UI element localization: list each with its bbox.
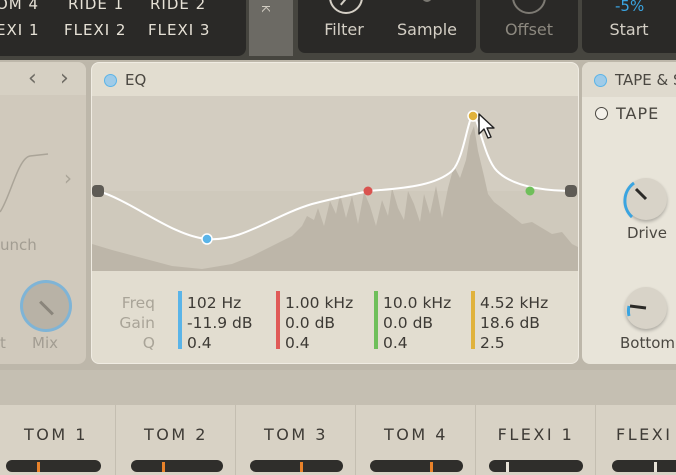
- band4-freq[interactable]: 4.52 kHz: [480, 293, 548, 313]
- offset-group: Offset: [480, 0, 578, 53]
- pad-ride1[interactable]: RIDE 1: [68, 0, 124, 13]
- separator-strip: [0, 370, 676, 405]
- slot-flexi2-meter[interactable]: [612, 460, 676, 472]
- eq-enable-toggle[interactable]: [104, 74, 117, 87]
- slot-tom3-meter[interactable]: [250, 460, 343, 472]
- band4-q[interactable]: 2.5: [480, 333, 505, 353]
- band2-gain[interactable]: 0.0 dB: [285, 313, 335, 333]
- band4-gain[interactable]: 18.6 dB: [480, 313, 540, 333]
- slot-tom2-meter[interactable]: [131, 460, 223, 472]
- offset-label: Offset: [504, 20, 554, 39]
- expand-arrow-icon[interactable]: ›: [64, 166, 72, 190]
- slot-flexi2-marker: [654, 462, 657, 472]
- pad-ride2[interactable]: RIDE 2: [150, 0, 206, 13]
- eq-graph[interactable]: [92, 96, 579, 271]
- slot-tom1[interactable]: TOM 1: [0, 405, 116, 475]
- slot-tom1-marker: [37, 462, 40, 472]
- envelope-curve: [0, 153, 49, 213]
- slot-flexi1-marker: [506, 462, 509, 472]
- slot-flexi1-meter[interactable]: [489, 460, 583, 472]
- cursor-pointer-icon: [478, 113, 495, 139]
- band1-color-bar: [178, 291, 182, 349]
- punch-label: unch: [0, 236, 37, 254]
- slot-flexi1[interactable]: FLEXI 1: [475, 405, 596, 475]
- slot-tom2[interactable]: TOM 2: [115, 405, 236, 475]
- left-panel-header: [0, 62, 86, 95]
- kit-tab-label: K: [259, 4, 273, 13]
- eq-panel: EQ Freq Gain Q 102 Hz -11.9 dB 0.4 1.00 …: [91, 62, 579, 364]
- left-panel: ‹ › › unch t Mix: [0, 62, 86, 364]
- start-value[interactable]: -5%: [615, 0, 644, 15]
- pad-slot-row: TOM 1 TOM 2 TOM 3 TOM 4 FLEXI 1 FLEXI: [0, 405, 676, 475]
- mix-label: Mix: [32, 334, 58, 352]
- t-label: t: [0, 334, 6, 352]
- band2-q[interactable]: 0.4: [285, 333, 310, 353]
- band2-node: [363, 186, 373, 196]
- band1-node: [201, 233, 213, 245]
- next-arrow-icon[interactable]: ›: [60, 66, 69, 91]
- freq-row-label: Freq: [121, 294, 155, 312]
- slot-tom4-label: TOM 4: [384, 425, 448, 444]
- band3-node: [525, 186, 535, 196]
- slot-tom3-label: TOM 3: [264, 425, 328, 444]
- band2-color-bar: [276, 291, 280, 349]
- prev-arrow-icon[interactable]: ‹: [28, 66, 37, 91]
- filter-sample-group: Filter Sample: [298, 0, 476, 53]
- slot-tom2-label: TOM 2: [144, 425, 208, 444]
- slot-tom3[interactable]: TOM 3: [235, 405, 356, 475]
- q-row-label: Q: [142, 334, 155, 352]
- slot-tom4[interactable]: TOM 4: [355, 405, 476, 475]
- band1-gain[interactable]: -11.9 dB: [187, 313, 253, 333]
- eq-title: EQ: [125, 71, 147, 89]
- slot-flexi2-label: FLEXI: [616, 425, 673, 444]
- gain-row-label: Gain: [119, 314, 155, 332]
- slot-tom1-label: TOM 1: [24, 425, 88, 444]
- tape-saturation-panel: TAPE & S TAPE Drive Bottom: [582, 62, 676, 364]
- pad-flexi2[interactable]: FLEXI 2: [64, 21, 126, 39]
- pad-flexi3[interactable]: FLEXI 3: [148, 21, 210, 39]
- tape-mode-label: TAPE: [616, 104, 660, 123]
- drive-knob-arc: [623, 181, 648, 219]
- slot-tom1-meter[interactable]: [6, 460, 101, 472]
- band1-q[interactable]: 0.4: [187, 333, 212, 353]
- tape-enable-toggle[interactable]: [594, 74, 607, 87]
- tape-mode-radio[interactable]: [595, 107, 608, 120]
- pad-flexi1[interactable]: EXI 1: [0, 21, 40, 39]
- start-label: Start: [609, 20, 649, 39]
- slot-flexi1-label: FLEXI 1: [497, 425, 575, 444]
- slot-tom4-marker: [430, 462, 433, 472]
- pad-tom4[interactable]: OM 4: [0, 0, 39, 13]
- high-cut-handle: [565, 185, 577, 197]
- band3-gain[interactable]: 0.0 dB: [383, 313, 433, 333]
- sample-knob[interactable]: [422, 0, 432, 2]
- drive-label: Drive: [627, 224, 667, 242]
- slot-flexi2[interactable]: FLEXI: [595, 405, 676, 475]
- top-bar: OM 4 RIDE 1 RIDE 2 EXI 1 FLEXI 2 FLEXI 3…: [0, 0, 676, 60]
- slot-tom2-marker: [162, 462, 165, 472]
- band3-color-bar: [374, 291, 378, 349]
- tape-panel-title: TAPE & S: [615, 71, 676, 89]
- start-group: -5% Start: [582, 0, 676, 53]
- filter-knob[interactable]: [329, 0, 363, 14]
- offset-knob[interactable]: [512, 0, 546, 14]
- bottom-label: Bottom: [620, 334, 676, 352]
- band1-freq[interactable]: 102 Hz: [187, 293, 241, 313]
- pad-grid: OM 4 RIDE 1 RIDE 2 EXI 1 FLEXI 2 FLEXI 3: [0, 0, 246, 56]
- slot-tom4-meter[interactable]: [370, 460, 463, 472]
- band2-freq[interactable]: 1.00 kHz: [285, 293, 353, 313]
- bottom-knob-arc: [626, 304, 647, 317]
- slot-tom3-marker: [300, 462, 303, 472]
- band4-color-bar: [471, 291, 475, 349]
- band3-freq[interactable]: 10.0 kHz: [383, 293, 451, 313]
- band3-q[interactable]: 0.4: [383, 333, 408, 353]
- low-cut-handle: [92, 185, 104, 197]
